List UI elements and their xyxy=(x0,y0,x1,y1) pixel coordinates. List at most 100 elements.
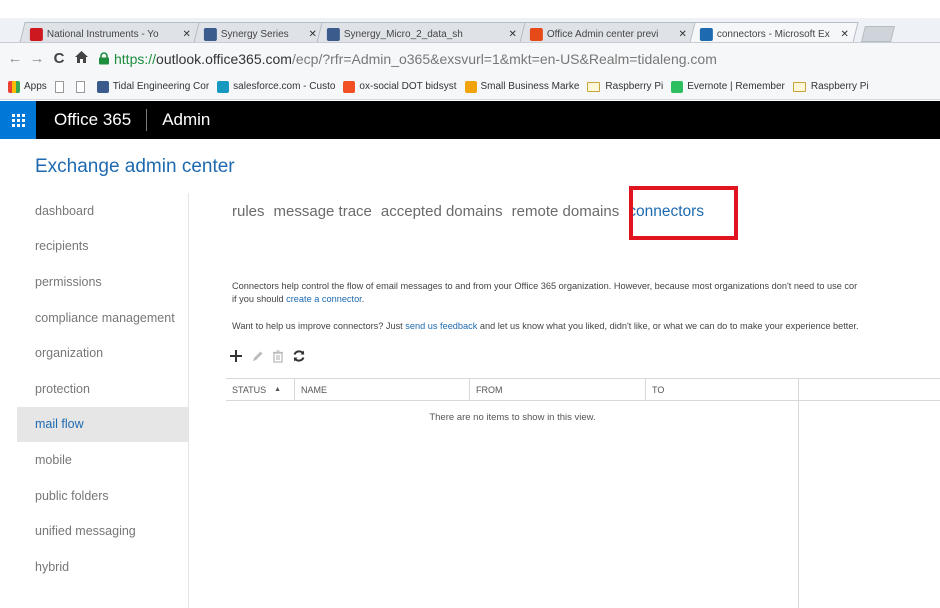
sidebar-item-mobile[interactable]: mobile xyxy=(17,442,188,478)
column-header-to[interactable]: TO xyxy=(646,379,799,400)
bookmark-label: Evernote | Remember xyxy=(687,81,785,92)
tidal-icon xyxy=(203,28,217,41)
delete-trash-icon[interactable] xyxy=(270,348,286,364)
office365-header: Office 365 Admin xyxy=(0,101,940,139)
description-line-2: if you should create a connector. xyxy=(232,293,940,306)
admin-title[interactable]: Admin xyxy=(162,110,210,130)
office365-title[interactable]: Office 365 xyxy=(54,110,131,130)
tab-title: Synergy Series xyxy=(220,29,289,40)
bookmark-item[interactable]: salesforce.com - Custo xyxy=(217,80,336,93)
tab-title: Office Admin center previ xyxy=(546,29,659,40)
send-feedback-link[interactable]: send us feedback xyxy=(405,321,477,331)
bookmark-label: Apps xyxy=(24,81,47,92)
new-tab-button[interactable] xyxy=(861,26,895,42)
evernote-icon xyxy=(671,80,684,93)
sort-ascending-icon: ▲ xyxy=(274,386,282,393)
bookmark-label: Raspberry Pi xyxy=(810,81,869,92)
column-from-label: FROM xyxy=(476,384,503,395)
page-icon xyxy=(75,80,85,93)
page-title: Exchange admin center xyxy=(35,156,235,177)
column-header-name[interactable]: NAME xyxy=(295,379,470,400)
tab-close-icon[interactable]: ✕ xyxy=(182,29,190,40)
sidebar-item-organization[interactable]: organization xyxy=(17,335,188,371)
description-text: if you should xyxy=(232,293,287,304)
sidebar-item-compliance-management[interactable]: compliance management xyxy=(17,300,188,336)
tidal-icon xyxy=(326,28,340,41)
connectors-description: Connectors help control the flow of emai… xyxy=(232,280,940,305)
youtube-icon xyxy=(29,28,43,41)
tab-message-trace[interactable]: message trace xyxy=(274,203,372,220)
sidebar-item-hybrid[interactable]: hybrid xyxy=(17,549,188,585)
url-path: /ecp/?rfr=Admin_o365&exsvurl=1&mkt=en-US… xyxy=(291,50,717,67)
bookmark-label: Raspberry Pi xyxy=(605,81,664,92)
sidebar-item-unified-messaging[interactable]: unified messaging xyxy=(17,513,188,549)
tab-close-icon[interactable]: ✕ xyxy=(308,29,316,40)
tab-close-icon[interactable]: ✕ xyxy=(840,29,848,40)
create-connector-link[interactable]: create a connector xyxy=(286,294,362,304)
feedback-description: Want to help us improve connectors? Just… xyxy=(232,320,940,333)
column-header-from[interactable]: FROM xyxy=(470,379,646,400)
browser-tab[interactable]: Office Admin center previ ✕ xyxy=(519,22,697,42)
url-host: outlook.office365.com xyxy=(156,50,292,67)
bookmark-item[interactable]: Raspberry Pi xyxy=(587,81,663,92)
feedback-text: and let us know what you liked, didn't l… xyxy=(477,321,859,331)
tab-title: connectors - Microsoft Ex xyxy=(716,29,830,40)
url-field[interactable]: https:// outlook.office365.com /ecp/?rfr… xyxy=(98,51,717,67)
folder-icon xyxy=(792,81,806,92)
sidebar-item-protection[interactable]: protection xyxy=(17,371,188,407)
url-scheme: https:// xyxy=(114,50,157,67)
browser-tab[interactable]: Synergy Series ✕ xyxy=(193,22,327,42)
edit-pencil-icon[interactable] xyxy=(249,348,265,364)
tab-close-icon[interactable]: ✕ xyxy=(508,29,516,40)
browser-tab[interactable]: connectors - Microsoft Ex ✕ xyxy=(689,22,859,42)
back-arrow-icon[interactable]: ← xyxy=(4,50,26,67)
lock-icon xyxy=(98,52,110,65)
sidebar-item-mail-flow[interactable]: mail flow xyxy=(17,406,188,443)
office-icon xyxy=(529,28,543,41)
sidebar-item-permissions[interactable]: permissions xyxy=(17,264,188,300)
title-bar xyxy=(0,0,940,18)
tab-rules[interactable]: rules xyxy=(232,203,265,220)
tab-accepted-domains[interactable]: accepted domains xyxy=(381,203,503,220)
forward-arrow-icon[interactable]: → xyxy=(26,50,48,67)
bookmark-item[interactable]: Small Business Marke xyxy=(464,80,580,93)
description-line-1: Connectors help control the flow of emai… xyxy=(232,281,858,291)
bookmark-item[interactable] xyxy=(75,80,89,93)
bookmark-item[interactable]: ox-social DOT bidsyst xyxy=(343,80,457,93)
bookmark-item[interactable]: Raspberry Pi xyxy=(792,81,869,92)
connectors-toolbar xyxy=(228,348,307,364)
bookmark-item[interactable]: Evernote | Remember xyxy=(671,80,785,93)
waffle-icon xyxy=(11,113,25,127)
app-launcher-button[interactable] xyxy=(0,101,36,139)
salesforce-icon xyxy=(217,80,230,93)
bookmark-label: salesforce.com - Custo xyxy=(233,81,336,92)
bookmark-item[interactable] xyxy=(54,80,68,93)
browser-tab[interactable]: National Instruments - Yo ✕ xyxy=(19,22,201,42)
sidebar-item-dashboard[interactable]: dashboard xyxy=(17,193,188,229)
apps-icon xyxy=(8,80,20,93)
tab-remote-domains[interactable]: remote domains xyxy=(512,203,620,220)
connectors-highlight-box xyxy=(629,186,738,240)
column-header-status[interactable]: STATUS ▲ xyxy=(226,379,295,400)
eac-sidebar: dashboard recipients permissions compliance… xyxy=(17,193,189,608)
address-bar-row: ← → C https:// outlook.office365.com /ec… xyxy=(0,43,940,74)
tab-close-icon[interactable]: ✕ xyxy=(678,29,686,40)
sidebar-item-public-folders[interactable]: public folders xyxy=(17,478,188,514)
tab-title: Synergy_Micro_2_data_sh xyxy=(343,29,463,40)
folder-icon xyxy=(587,81,601,92)
bookmarks-bar: Apps Tidal Engineering Cor salesforce.com … xyxy=(0,74,940,100)
column-status-label: STATUS xyxy=(232,384,267,395)
bookmark-item[interactable]: Apps xyxy=(8,80,47,93)
reload-icon[interactable]: C xyxy=(48,50,70,67)
sidebar-item-recipients[interactable]: recipients xyxy=(17,229,188,265)
add-icon[interactable] xyxy=(228,348,244,364)
bookmark-item[interactable]: Tidal Engineering Cor xyxy=(96,80,209,93)
browser-tab[interactable]: Synergy_Micro_2_data_sh ✕ xyxy=(316,22,527,42)
column-header-spacer xyxy=(799,379,940,400)
home-icon[interactable] xyxy=(70,50,92,67)
windows-icon xyxy=(343,80,356,93)
refresh-icon[interactable] xyxy=(291,348,307,364)
description-text: . xyxy=(361,293,365,304)
bookmark-label: Small Business Marke xyxy=(480,81,580,92)
constant-contact-icon xyxy=(464,80,477,93)
